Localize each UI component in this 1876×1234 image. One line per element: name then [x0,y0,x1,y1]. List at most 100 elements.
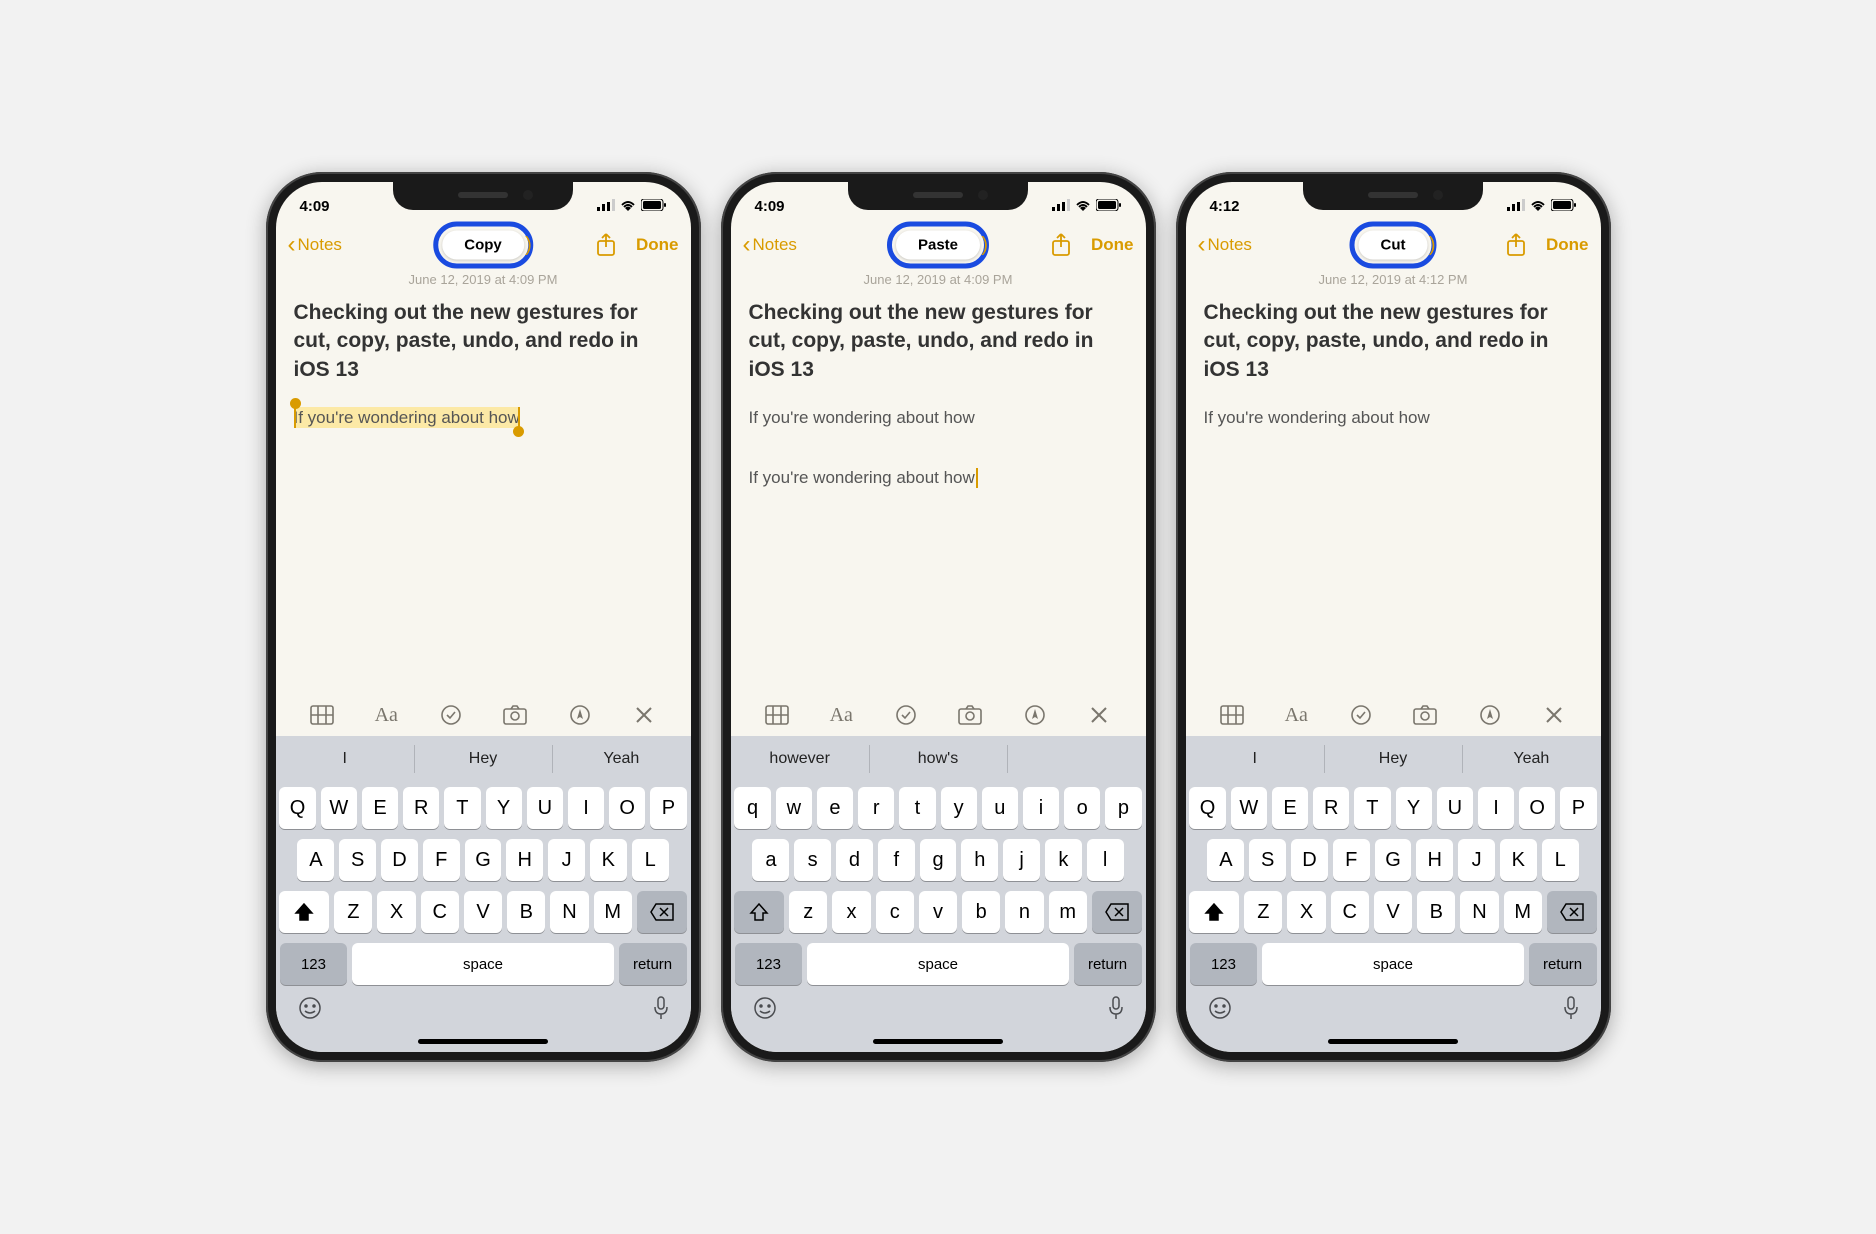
shift-key[interactable] [1189,891,1239,933]
note-body-line[interactable]: If you're wondering about how [749,466,1128,490]
keyboard-key[interactable]: g [920,839,957,881]
keyboard-key[interactable]: E [362,787,398,829]
numeric-key[interactable]: 123 [280,943,348,985]
return-key[interactable]: return [1074,943,1142,985]
keyboard-key[interactable]: R [403,787,439,829]
share-button[interactable] [1502,231,1530,259]
keyboard-key[interactable]: V [464,891,502,933]
done-button[interactable]: Done [636,235,679,255]
share-button[interactable] [592,231,620,259]
keyboard-key[interactable]: B [1417,891,1455,933]
keyboard-key[interactable]: F [1333,839,1370,881]
keyboard-suggestion[interactable]: Yeah [1462,736,1600,782]
keyboard-key[interactable]: e [817,787,853,829]
dictation-key[interactable] [653,996,669,1025]
keyboard-key[interactable]: D [381,839,418,881]
keyboard-suggestion[interactable]: Yeah [552,736,690,782]
home-indicator[interactable] [873,1039,1003,1044]
back-button[interactable]: ‹ Notes [1198,233,1252,257]
return-key[interactable]: return [1529,943,1597,985]
emoji-key[interactable] [1208,996,1232,1025]
text-format-icon[interactable]: Aa [373,704,399,726]
keyboard-key[interactable]: p [1105,787,1141,829]
keyboard-suggestion[interactable] [1007,736,1145,782]
done-button[interactable]: Done [1546,235,1589,255]
keyboard-key[interactable]: S [1249,839,1286,881]
emoji-key[interactable] [753,996,777,1025]
keyboard-key[interactable]: Y [486,787,522,829]
return-key[interactable]: return [619,943,687,985]
numeric-key[interactable]: 123 [735,943,803,985]
camera-icon[interactable] [957,704,983,726]
keyboard-key[interactable]: r [858,787,894,829]
keyboard-key[interactable]: A [1207,839,1244,881]
keyboard-key[interactable]: J [1458,839,1495,881]
note-content[interactable]: June 12, 2019 at 4:09 PM Checking out th… [276,268,691,694]
keyboard-key[interactable]: Q [1189,787,1225,829]
note-body-line[interactable]: If you're wondering about how [294,406,673,430]
keyboard-key[interactable]: W [1231,787,1267,829]
space-key[interactable]: space [1262,943,1523,985]
markup-icon[interactable] [1022,704,1048,726]
keyboard-suggestion[interactable]: how's [869,736,1007,782]
backspace-key[interactable] [637,891,687,933]
keyboard-key[interactable]: Q [279,787,315,829]
checklist-icon[interactable] [438,704,464,726]
keyboard-key[interactable]: i [1023,787,1059,829]
table-icon[interactable] [309,704,335,726]
keyboard-key[interactable]: P [1560,787,1596,829]
camera-icon[interactable] [1412,704,1438,726]
keyboard-key[interactable]: u [982,787,1018,829]
keyboard-key[interactable]: O [1519,787,1555,829]
numeric-key[interactable]: 123 [1190,943,1258,985]
keyboard-key[interactable]: T [1354,787,1390,829]
keyboard-key[interactable]: o [1064,787,1100,829]
shift-key[interactable] [279,891,329,933]
done-button[interactable]: Done [1091,235,1134,255]
keyboard-suggestion[interactable]: Hey [414,736,552,782]
keyboard-key[interactable]: Y [1396,787,1432,829]
dictation-key[interactable] [1563,996,1579,1025]
keyboard-key[interactable]: K [590,839,627,881]
share-button[interactable] [1047,231,1075,259]
keyboard-key[interactable]: h [961,839,998,881]
table-icon[interactable] [1219,704,1245,726]
keyboard-key[interactable]: O [609,787,645,829]
emoji-key[interactable] [298,996,322,1025]
close-icon[interactable] [1086,704,1112,726]
back-button[interactable]: ‹ Notes [743,233,797,257]
keyboard-key[interactable]: w [776,787,812,829]
keyboard-key[interactable]: k [1045,839,1082,881]
note-heading[interactable]: Checking out the new gestures for cut, c… [749,299,1128,384]
keyboard-key[interactable]: l [1087,839,1124,881]
keyboard-key[interactable]: s [794,839,831,881]
note-content[interactable]: June 12, 2019 at 4:12 PM Checking out th… [1186,268,1601,694]
keyboard-key[interactable]: X [1287,891,1325,933]
keyboard-key[interactable]: X [377,891,415,933]
keyboard-key[interactable]: M [1504,891,1542,933]
keyboard-key[interactable]: c [876,891,914,933]
keyboard-suggestion[interactable]: I [1186,736,1324,782]
markup-icon[interactable] [567,704,593,726]
shift-key[interactable] [734,891,784,933]
close-icon[interactable] [631,704,657,726]
keyboard-key[interactable]: T [444,787,480,829]
keyboard-key[interactable]: W [321,787,357,829]
keyboard-key[interactable]: D [1291,839,1328,881]
keyboard-key[interactable]: d [836,839,873,881]
keyboard-key[interactable]: q [734,787,770,829]
keyboard-key[interactable]: C [1331,891,1369,933]
keyboard-key[interactable]: S [339,839,376,881]
keyboard-key[interactable]: Z [1244,891,1282,933]
keyboard-key[interactable]: L [1542,839,1579,881]
note-body-line[interactable]: If you're wondering about how [749,406,1128,430]
keyboard-suggestion[interactable]: Hey [1324,736,1462,782]
text-format-icon[interactable]: Aa [1283,704,1309,726]
markup-icon[interactable] [1477,704,1503,726]
keyboard-key[interactable]: B [507,891,545,933]
camera-icon[interactable] [502,704,528,726]
keyboard-key[interactable]: P [650,787,686,829]
keyboard-key[interactable]: j [1003,839,1040,881]
keyboard-key[interactable]: H [506,839,543,881]
keyboard-key[interactable]: n [1005,891,1043,933]
